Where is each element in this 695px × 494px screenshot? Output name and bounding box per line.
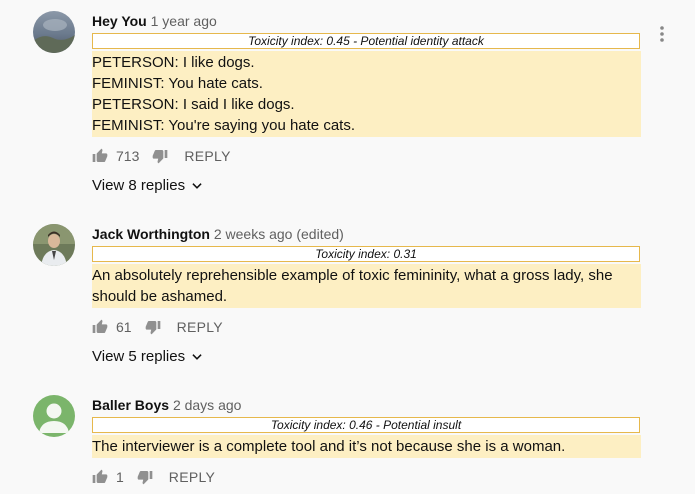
comment-header: Baller Boys 2 days ago bbox=[92, 397, 241, 413]
thumbs-up-icon[interactable] bbox=[92, 148, 108, 164]
comment-line: should be ashamed. bbox=[92, 288, 228, 305]
toxicity-label: Toxicity index: 0.46 - Potential insult bbox=[92, 417, 640, 433]
timestamp[interactable]: 2 days ago bbox=[173, 397, 242, 413]
thumbs-down-icon[interactable] bbox=[152, 148, 168, 164]
view-replies-button[interactable]: View 5 replies bbox=[92, 348, 204, 365]
reply-button[interactable]: REPLY bbox=[169, 469, 215, 485]
thumbs-up-icon[interactable] bbox=[92, 319, 108, 335]
view-replies-label: View 5 replies bbox=[92, 348, 186, 365]
avatar[interactable] bbox=[33, 224, 75, 266]
comment-text: PETERSON: I like dogs. FEMINIST: You hat… bbox=[92, 51, 641, 137]
timestamp[interactable]: 1 year ago bbox=[151, 13, 217, 29]
view-replies-button[interactable]: View 8 replies bbox=[92, 177, 204, 194]
more-vert-icon[interactable] bbox=[658, 26, 666, 42]
chevron-down-icon bbox=[192, 353, 202, 360]
thumbs-up-icon[interactable] bbox=[92, 469, 108, 485]
comment-actions: 713 REPLY bbox=[92, 146, 231, 166]
comment-actions: 61 REPLY bbox=[92, 317, 223, 337]
avatar[interactable] bbox=[33, 11, 75, 53]
avatar[interactable] bbox=[33, 395, 75, 437]
comment-line: The interviewer is a complete tool and i… bbox=[92, 438, 566, 455]
view-replies-label: View 8 replies bbox=[92, 177, 186, 194]
comment-line: PETERSON: I like dogs. bbox=[92, 54, 255, 71]
like-count: 1 bbox=[116, 469, 124, 485]
like-count: 713 bbox=[116, 148, 140, 164]
thumbs-down-icon[interactable] bbox=[145, 319, 161, 335]
thumbs-down-icon[interactable] bbox=[137, 469, 153, 485]
author-name[interactable]: Jack Worthington bbox=[92, 226, 210, 242]
comment-line: FEMINIST: You're saying you hate cats. bbox=[92, 117, 355, 134]
toxicity-label: Toxicity index: 0.31 bbox=[92, 246, 640, 262]
comment-line: FEMINIST: You hate cats. bbox=[92, 75, 263, 92]
reply-button[interactable]: REPLY bbox=[177, 319, 223, 335]
comment-actions: 1 REPLY bbox=[92, 467, 215, 487]
like-count: 61 bbox=[116, 319, 132, 335]
author-name[interactable]: Hey You bbox=[92, 13, 147, 29]
chevron-down-icon bbox=[192, 182, 202, 189]
comment-header: Hey You 1 year ago bbox=[92, 13, 217, 29]
toxicity-label: Toxicity index: 0.45 - Potential identit… bbox=[92, 33, 640, 49]
comment-header: Jack Worthington 2 weeks ago (edited) bbox=[92, 226, 344, 242]
comment-line: An absolutely reprehensible example of t… bbox=[92, 267, 613, 284]
timestamp[interactable]: 2 weeks ago (edited) bbox=[214, 226, 344, 242]
comment-text: The interviewer is a complete tool and i… bbox=[92, 435, 641, 458]
reply-button[interactable]: REPLY bbox=[184, 148, 230, 164]
comment-text: An absolutely reprehensible example of t… bbox=[92, 264, 641, 308]
comment-line: PETERSON: I said I like dogs. bbox=[92, 96, 295, 113]
author-name[interactable]: Baller Boys bbox=[92, 397, 169, 413]
